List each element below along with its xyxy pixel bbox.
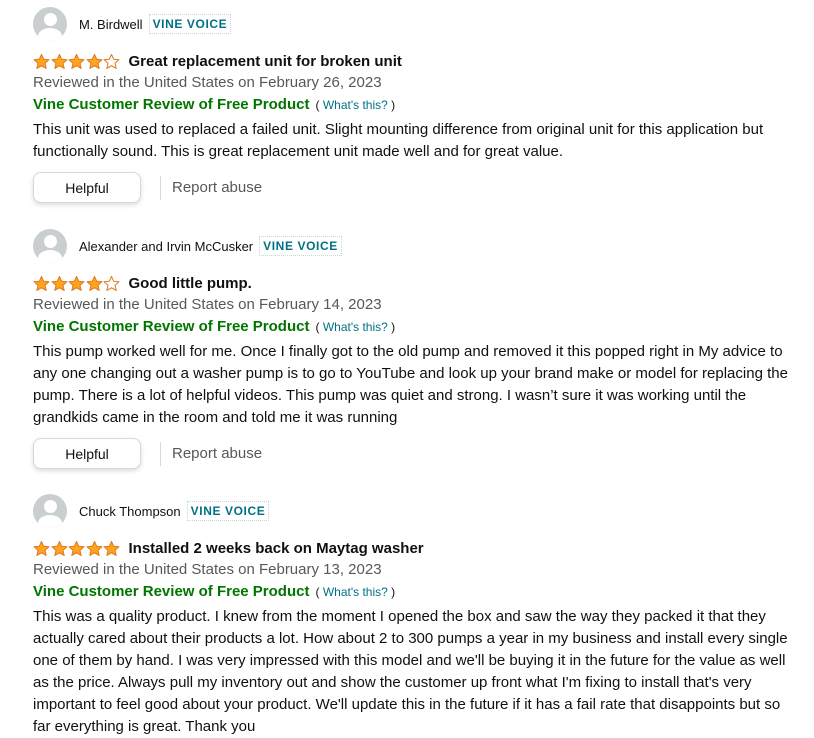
star-full-icon — [33, 275, 50, 291]
review-card: Alexander and Irvin McCusker VINE VOICE … — [33, 229, 793, 469]
paren-close: ) — [391, 98, 396, 112]
report-abuse-link[interactable]: Report abuse — [172, 179, 262, 196]
helpful-button[interactable]: Helpful — [33, 172, 141, 203]
star-empty-icon — [103, 53, 120, 69]
star-rating[interactable] — [33, 540, 121, 557]
whats-this-link[interactable]: What's this? — [323, 98, 388, 112]
review-card: M. Birdwell VINE VOICE Great replacement… — [33, 7, 793, 203]
star-rating[interactable] — [33, 275, 121, 292]
reviewer-name[interactable]: Alexander and Irvin McCusker — [79, 239, 253, 254]
vine-review-label: Vine Customer Review of Free Product — [33, 96, 310, 113]
report-abuse-link[interactable]: Report abuse — [172, 445, 262, 462]
whats-this-link[interactable]: What's this? — [323, 585, 388, 599]
reviewer-name[interactable]: M. Birdwell — [79, 17, 143, 32]
star-full-icon — [86, 53, 102, 69]
review-date: Reviewed in the United States on Februar… — [33, 561, 382, 578]
vine-voice-badge[interactable]: VINE VOICE — [186, 501, 270, 521]
review-body: This was a quality product. I knew from … — [33, 608, 788, 735]
reviewer-profile[interactable]: Alexander and Irvin McCusker VINE VOICE — [33, 229, 793, 263]
whats-this-wrapper: ( What's this? ) — [315, 95, 395, 115]
reviewer-profile[interactable]: Chuck Thompson VINE VOICE — [33, 494, 793, 528]
whats-this-wrapper: ( What's this? ) — [315, 582, 395, 602]
star-rating[interactable] — [33, 53, 121, 70]
action-divider — [160, 175, 161, 200]
vine-review-label: Vine Customer Review of Free Product — [33, 583, 310, 600]
helpful-button[interactable]: Helpful — [33, 438, 141, 469]
default-avatar-icon — [33, 229, 67, 263]
star-full-icon — [51, 53, 67, 69]
reviewer-name[interactable]: Chuck Thompson — [79, 504, 181, 519]
reviewer-profile[interactable]: M. Birdwell VINE VOICE — [33, 7, 793, 41]
vine-voice-badge[interactable]: VINE VOICE — [259, 236, 342, 256]
star-full-icon — [86, 540, 102, 556]
vine-voice-badge[interactable]: VINE VOICE — [148, 14, 232, 34]
paren-close: ) — [391, 585, 396, 599]
star-full-icon — [33, 53, 50, 69]
vine-review-label: Vine Customer Review of Free Product — [33, 318, 310, 335]
whats-this-wrapper: ( What's this? ) — [315, 317, 395, 337]
review-title[interactable]: Great replacement unit for broken unit — [129, 53, 402, 70]
review-body: This pump worked well for me. Once I fin… — [33, 343, 788, 426]
star-full-icon — [68, 275, 85, 291]
review-title[interactable]: Installed 2 weeks back on Maytag washer — [129, 540, 424, 557]
paren-open: ( — [315, 98, 320, 112]
review-title[interactable]: Good little pump. — [129, 275, 252, 292]
review-card: Chuck Thompson VINE VOICE Installed 2 we… — [33, 494, 793, 738]
star-full-icon — [68, 540, 85, 556]
star-empty-icon — [103, 275, 120, 291]
star-full-icon — [51, 275, 67, 291]
default-avatar-icon — [33, 494, 67, 528]
star-full-icon — [86, 275, 102, 291]
review-date: Reviewed in the United States on Februar… — [33, 296, 382, 313]
whats-this-link[interactable]: What's this? — [323, 320, 388, 334]
review-body: This unit was used to replaced a failed … — [33, 121, 764, 160]
star-full-icon — [51, 540, 67, 556]
action-divider — [160, 441, 161, 466]
default-avatar-icon — [33, 7, 67, 41]
review-date: Reviewed in the United States on Februar… — [33, 74, 382, 91]
paren-close: ) — [391, 320, 396, 334]
paren-open: ( — [315, 585, 320, 599]
star-full-icon — [68, 53, 85, 69]
star-full-icon — [103, 540, 120, 556]
paren-open: ( — [315, 320, 320, 334]
star-full-icon — [33, 540, 50, 556]
